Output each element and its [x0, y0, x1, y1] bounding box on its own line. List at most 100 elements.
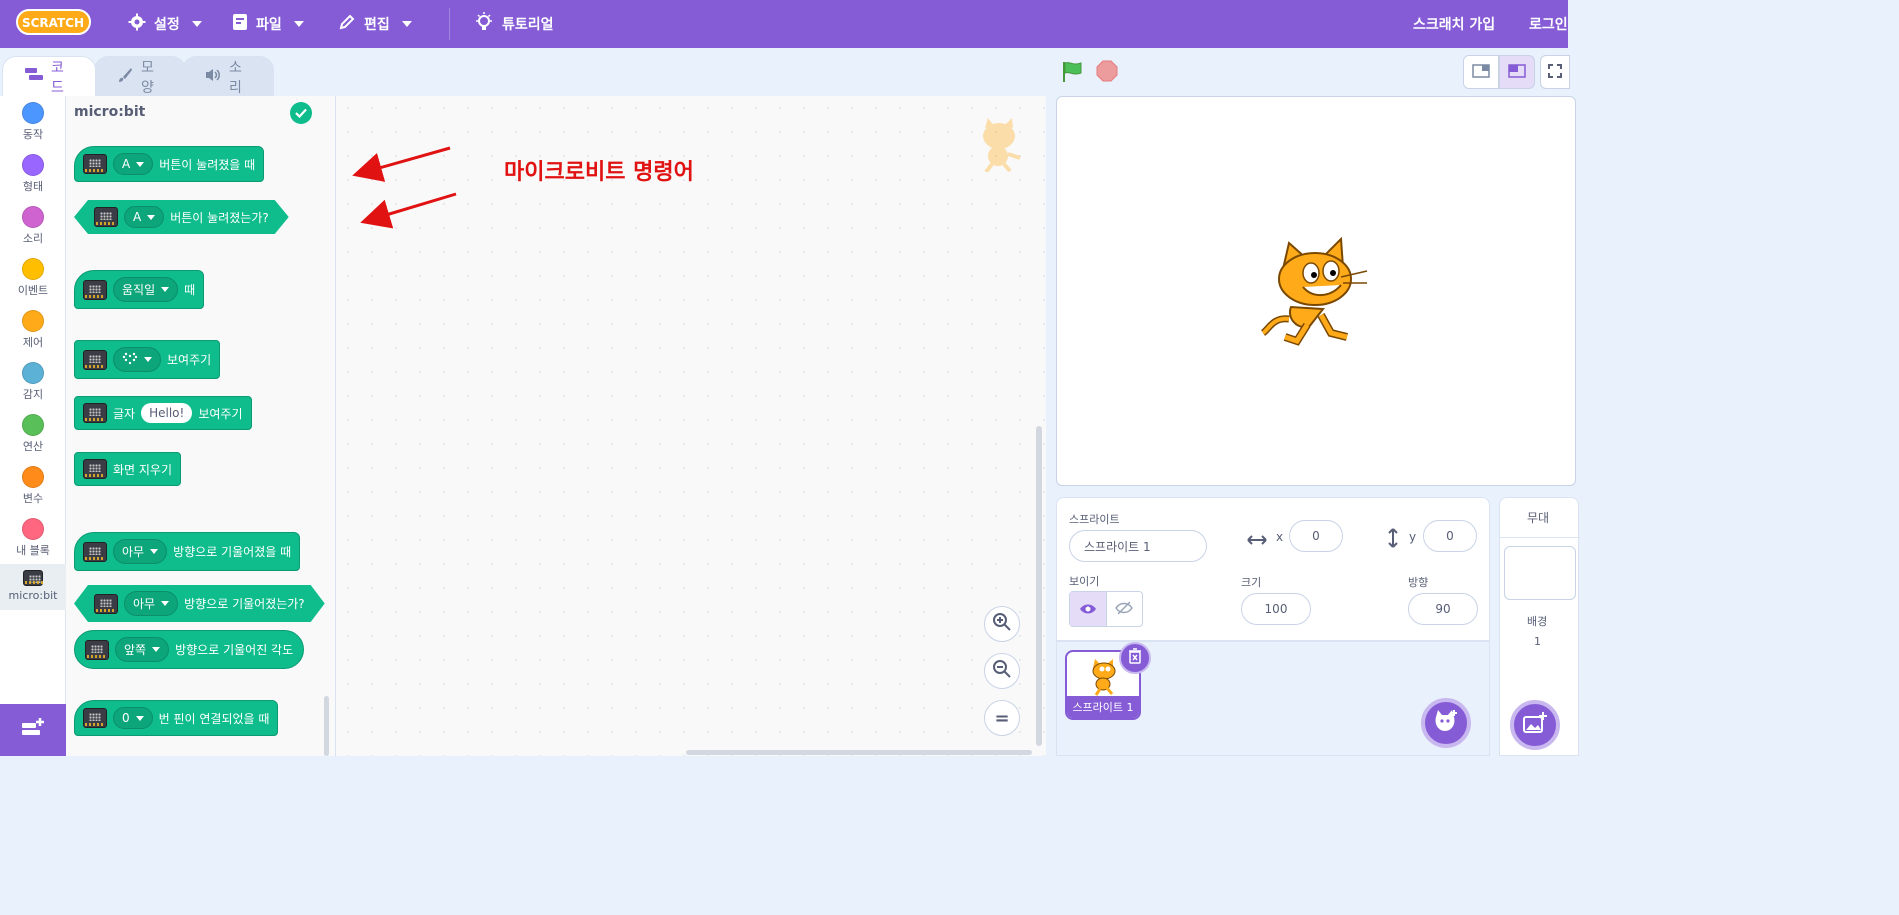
chevron-down-icon: [136, 161, 145, 167]
add-backdrop-icon: [1522, 711, 1548, 739]
tilt-direction-dropdown[interactable]: 앞쪽: [115, 637, 170, 662]
gesture-dropdown[interactable]: 움직일: [113, 277, 179, 302]
stop-icon[interactable]: [1096, 60, 1118, 82]
block-text: 보여주기: [167, 353, 212, 367]
category-events[interactable]: 이벤트: [0, 258, 66, 310]
chevron-down-icon: [161, 287, 170, 292]
edit-label: 편집: [364, 17, 390, 33]
when-gesture-block[interactable]: 움직일 때: [74, 270, 205, 309]
microbit-icon: [83, 403, 107, 423]
tab-costumes[interactable]: 모양: [94, 56, 186, 96]
normal-stage-button[interactable]: [1499, 55, 1535, 89]
stage[interactable]: [1056, 96, 1576, 486]
cat-sprite-icon[interactable]: [1260, 236, 1369, 353]
category-variables[interactable]: 변수: [0, 466, 66, 518]
size-input[interactable]: 100: [1241, 593, 1311, 625]
sign-in-link[interactable]: 로그인: [1529, 0, 1568, 48]
category-control[interactable]: 제어: [0, 310, 66, 362]
palette-scrollbar[interactable]: [324, 696, 329, 756]
workspace-vertical-scrollbar[interactable]: [1036, 426, 1042, 746]
category-microbit[interactable]: micro:bit: [0, 564, 66, 610]
zoom-out-button[interactable]: [984, 653, 1020, 689]
microbit-icon: [83, 349, 107, 370]
category-operators[interactable]: 연산: [0, 414, 66, 466]
y-input[interactable]: 0: [1423, 520, 1477, 552]
display-image-block[interactable]: 보여주기: [74, 340, 221, 379]
button-dropdown[interactable]: A: [113, 153, 154, 175]
choose-sprite-button[interactable]: [1421, 698, 1471, 748]
category-sensing[interactable]: 감지: [0, 362, 66, 414]
small-stage-button[interactable]: [1463, 55, 1499, 89]
tilt-angle-block[interactable]: 앞쪽 방향으로 기울어진 각도: [74, 630, 305, 669]
delete-sprite-button[interactable]: [1119, 642, 1151, 674]
menu-bar: SCRATCH 설정 파일 편집 튜토리얼 스크래치 가입 로그인: [0, 0, 1568, 48]
zoom-reset-button[interactable]: =: [984, 700, 1020, 736]
green-flag-icon[interactable]: [1060, 60, 1084, 84]
chevron-down-icon: [135, 715, 144, 721]
block-text: 글자: [113, 406, 136, 421]
block-text: 방향으로 기울어진 각도: [175, 643, 294, 657]
settings-menu[interactable]: 설정: [128, 0, 202, 48]
category-my-blocks[interactable]: 내 블록: [0, 518, 66, 570]
when-pin-connected-block[interactable]: 0 번 핀이 연결되었을 때: [74, 700, 279, 736]
category-dot: [22, 414, 44, 436]
pin-dropdown[interactable]: 0: [113, 707, 153, 729]
block-text: 방향으로 기울어졌을 때: [173, 545, 292, 559]
text-input[interactable]: Hello!: [141, 403, 193, 423]
sprite-name-input[interactable]: 스프라이트 1: [1069, 530, 1207, 562]
category-sound[interactable]: 소리: [0, 206, 66, 258]
is-button-pressed-block[interactable]: A 버튼이 눌려졌는가?: [74, 200, 289, 234]
stage-thumbnail[interactable]: [1504, 546, 1576, 600]
settings-label: 설정: [154, 17, 180, 33]
tab-sounds-label: 소리: [229, 59, 242, 96]
tab-sounds[interactable]: 소리: [182, 56, 274, 96]
stage-panel[interactable]: 무대 배경 1: [1499, 497, 1580, 756]
category-dot: [22, 466, 44, 488]
category-label: 소리: [22, 232, 44, 245]
button-dropdown[interactable]: A: [124, 206, 164, 228]
display-text-block[interactable]: 글자 Hello! 보여주기: [74, 396, 252, 430]
when-button-pressed-block[interactable]: A 버튼이 눌려졌을 때: [74, 146, 265, 182]
hide-sprite-button[interactable]: [1107, 592, 1143, 626]
add-extension-button[interactable]: [0, 704, 66, 756]
is-tilted-block[interactable]: 아무 방향으로 기울어졌는가?: [74, 585, 325, 622]
tutorials-button[interactable]: 튜토리얼: [474, 0, 554, 48]
microbit-icon: [83, 459, 107, 479]
script-workspace[interactable]: 마이크로비트 명령어 =: [336, 96, 1046, 756]
category-motion[interactable]: 동작: [0, 102, 66, 154]
direction-input[interactable]: 90: [1408, 593, 1478, 625]
when-tilted-block[interactable]: 아무 방향으로 기울어졌을 때: [74, 532, 301, 571]
tilt-dropdown[interactable]: 아무: [113, 539, 168, 564]
backdrops-label: 배경: [1527, 615, 1548, 628]
tilt-dropdown[interactable]: 아무: [124, 591, 178, 616]
palette-title: micro:bit: [74, 104, 146, 120]
tab-code[interactable]: 코드: [2, 56, 96, 96]
scratch-logo[interactable]: SCRATCH: [16, 8, 91, 36]
show-sprite-button[interactable]: [1070, 592, 1107, 626]
stage-panel-title: 무대: [1500, 498, 1580, 538]
visibility-toggle: [1069, 591, 1143, 627]
join-label: 스크래치 가입: [1413, 17, 1496, 33]
fullscreen-button[interactable]: [1540, 55, 1570, 89]
zoom-in-button[interactable]: [984, 606, 1020, 642]
clear-display-block[interactable]: 화면 지우기: [74, 452, 182, 486]
join-scratch-link[interactable]: 스크래치 가입: [1413, 0, 1495, 48]
red-arrows: [352, 146, 457, 229]
category-label: 변수: [22, 492, 44, 505]
block-text: 보여주기: [198, 406, 243, 421]
x-input[interactable]: 0: [1289, 520, 1343, 552]
sprite-label: 스프라이트: [1069, 513, 1120, 526]
small-stage-icon: [1472, 63, 1490, 82]
horizontal-arrows-icon: [1247, 531, 1267, 550]
editor-tabs: 코드 모양 소리: [0, 48, 400, 96]
category-dot: [22, 310, 44, 332]
file-menu[interactable]: 파일: [232, 0, 304, 48]
image-dropdown[interactable]: [113, 347, 161, 372]
workspace-horizontal-scrollbar[interactable]: [686, 750, 1032, 755]
edit-menu[interactable]: 편집: [338, 0, 412, 48]
category-label: 동작: [22, 128, 44, 141]
category-looks[interactable]: 형태: [0, 154, 66, 206]
choose-backdrop-button[interactable]: [1510, 700, 1560, 750]
microbit-icon: [94, 594, 118, 614]
size-label: 크기: [1241, 576, 1262, 589]
